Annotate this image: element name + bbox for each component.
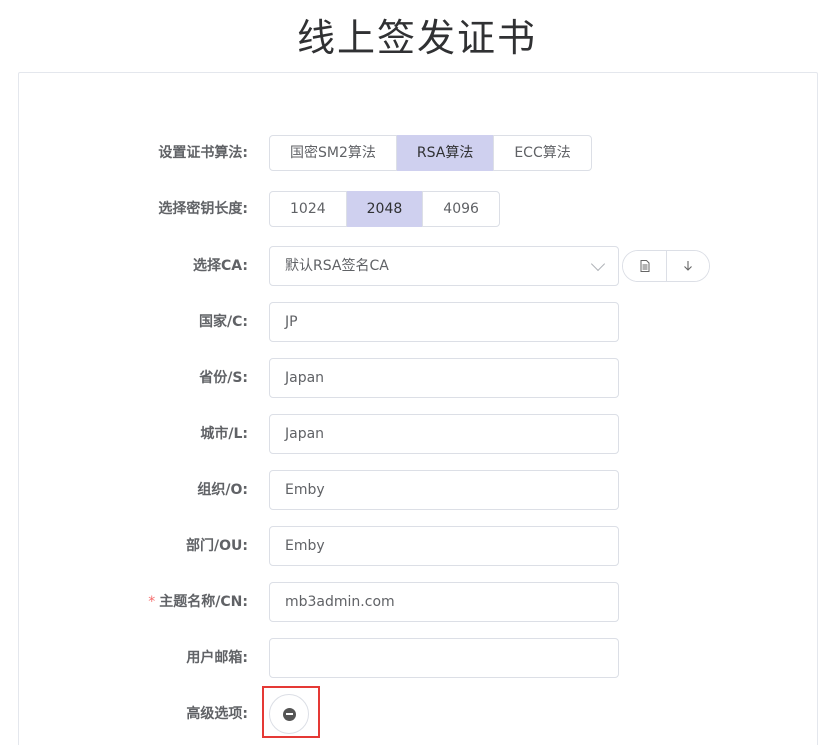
ca-row: 选择CA: 默认RSA签名CA [0, 246, 834, 286]
key-length-label: 选择密钥长度: [158, 201, 248, 217]
department-input-value: Emby [285, 538, 325, 554]
province-input[interactable]: Japan [269, 358, 619, 398]
city-input-value: Japan [285, 426, 325, 442]
key-length-option-2048[interactable]: 2048 [346, 191, 424, 227]
department-row: 部门/OU: Emby [0, 526, 834, 566]
common-name-input[interactable]: mb3admin.com [269, 582, 619, 622]
province-row: 省份/S: Japan [0, 358, 834, 398]
country-row: 国家/C: JP [0, 302, 834, 342]
algorithm-row: 设置证书算法: 国密SM2算法 RSA算法 ECC算法 [0, 133, 834, 173]
page: 线上签发证书 设置证书算法: 国密SM2算法 RSA算法 ECC算法 选择密钥长… [0, 0, 834, 745]
key-length-option-1024[interactable]: 1024 [269, 191, 347, 227]
algorithm-option-rsa[interactable]: RSA算法 [396, 135, 495, 171]
province-input-value: Japan [285, 370, 325, 386]
key-length-group: 1024 2048 4096 [269, 191, 500, 227]
required-mark: * [148, 594, 156, 610]
ca-select-value: 默认RSA签名CA [285, 258, 389, 274]
algorithm-group: 国密SM2算法 RSA算法 ECC算法 [269, 135, 592, 171]
organization-label: 组织/O: [197, 482, 248, 498]
ca-download-button[interactable] [666, 251, 709, 281]
document-icon [640, 260, 649, 272]
city-row: 城市/L: Japan [0, 414, 834, 454]
email-row: 用户邮箱: [0, 638, 834, 678]
ca-actions [622, 250, 710, 282]
page-title: 线上签发证书 [296, 16, 537, 60]
country-input[interactable]: JP [269, 302, 619, 342]
ca-select[interactable]: 默认RSA签名CA [269, 246, 619, 286]
common-name-label-text: 主题名称/CN: [159, 594, 248, 610]
organization-input-value: Emby [285, 482, 325, 498]
minus-circle-icon [282, 707, 296, 721]
city-input[interactable]: Japan [269, 414, 619, 454]
department-label: 部门/OU: [186, 538, 248, 554]
algorithm-option-ecc[interactable]: ECC算法 [493, 135, 592, 171]
download-icon [684, 261, 692, 271]
advanced-toggle-button[interactable] [269, 694, 309, 734]
algorithm-option-sm2[interactable]: 国密SM2算法 [269, 135, 397, 171]
key-length-option-4096[interactable]: 4096 [422, 191, 500, 227]
country-label: 国家/C: [199, 314, 248, 330]
organization-input[interactable]: Emby [269, 470, 619, 510]
algorithm-label: 设置证书算法: [158, 145, 248, 161]
key-length-row: 选择密钥长度: 1024 2048 4096 [0, 189, 834, 229]
department-input[interactable]: Emby [269, 526, 619, 566]
email-input[interactable] [269, 638, 619, 678]
advanced-label: 高级选项: [186, 706, 248, 722]
province-label: 省份/S: [199, 370, 248, 386]
city-label: 城市/L: [200, 426, 248, 442]
country-input-value: JP [285, 314, 298, 330]
email-label: 用户邮箱: [186, 650, 248, 666]
common-name-label: * 主题名称/CN: [148, 582, 248, 622]
chevron-down-icon [590, 256, 606, 271]
ca-label: 选择CA: [193, 258, 248, 274]
common-name-input-value: mb3admin.com [285, 594, 395, 610]
organization-row: 组织/O: Emby [0, 470, 834, 510]
advanced-row: 高级选项: [0, 694, 834, 734]
ca-view-button[interactable] [623, 251, 666, 281]
common-name-row: * 主题名称/CN: mb3admin.com [0, 582, 834, 622]
